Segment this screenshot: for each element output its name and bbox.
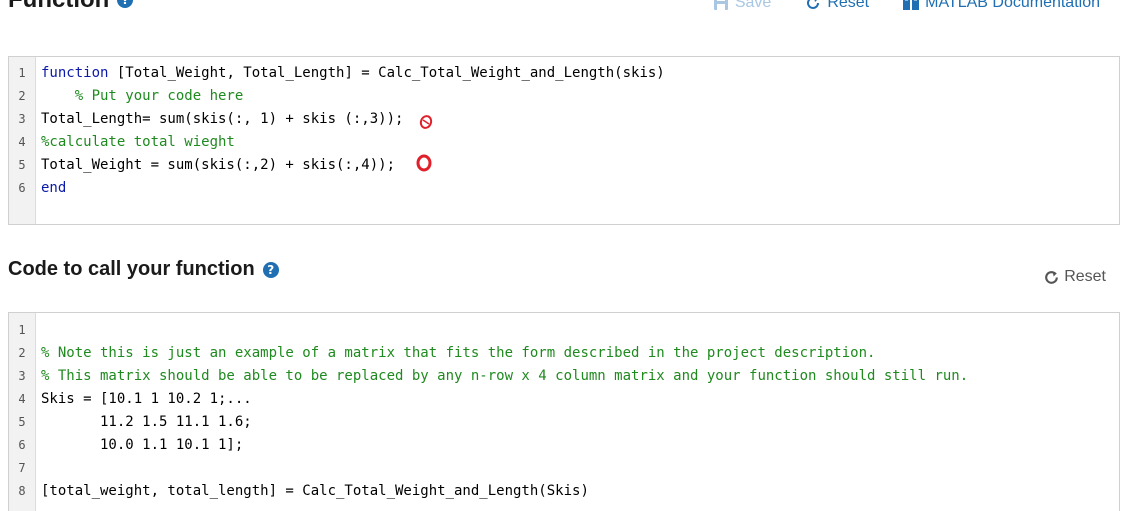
code-text: % Note this is just an example of a matr… xyxy=(41,342,875,365)
code-token: 11.2 1.5 11.1 1.6; xyxy=(41,414,252,430)
code-text: end xyxy=(41,177,66,200)
line-number: 2 xyxy=(18,89,26,103)
annotation-mark xyxy=(419,115,433,129)
code-token: Skis = [10.1 1 10.2 1;... xyxy=(41,391,252,407)
line-number: 5 xyxy=(18,158,26,172)
save-label: Save xyxy=(734,0,772,11)
code-line[interactable]: 6 10.0 1.1 10.1 1]; xyxy=(9,434,1119,457)
line-number: 5 xyxy=(18,415,26,429)
reset-button[interactable]: Reset xyxy=(805,0,869,12)
code-keyword: end xyxy=(41,180,67,196)
line-number: 4 xyxy=(18,135,26,149)
function-code-lines: 1 function [Total_Weight, Total_Length] =… xyxy=(9,62,1119,200)
code-line[interactable]: 3 Total_Length= sum(skis(:, 1) + skis (:,… xyxy=(9,108,1119,131)
floppy-disk-icon xyxy=(713,0,728,10)
code-comment: %calculate total wieght xyxy=(41,134,235,150)
code-token: 10.0 1.1 10.1 1]; xyxy=(41,437,244,453)
matlab-documentation-link[interactable]: MATLAB Documentation xyxy=(903,0,1100,12)
code-line[interactable]: 2 % Put your code here xyxy=(9,85,1119,108)
call-reset-label: Reset xyxy=(1064,268,1106,285)
code-line[interactable]: 6 end xyxy=(9,177,1119,200)
code-line[interactable]: 1 xyxy=(9,319,1119,342)
call-title-text: Code to call your function xyxy=(8,258,255,280)
code-text: function [Total_Weight, Total_Length] = … xyxy=(41,62,665,85)
code-text: Total_Length= sum(skis(:, 1) + skis (:,3… xyxy=(41,108,403,131)
code-text: 10.0 1.1 10.1 1]; xyxy=(41,434,243,457)
code-token: [Total_Weight, Total_Length] = Calc_Tota… xyxy=(108,65,665,81)
save-button[interactable]: Save xyxy=(713,0,771,12)
refresh-icon xyxy=(807,0,820,9)
code-token: [total_weight, total_length] = Calc_Tota… xyxy=(41,483,589,499)
code-line[interactable]: 5 11.2 1.5 11.1 1.6; xyxy=(9,411,1119,434)
call-code-editor[interactable]: 1 2 % Note this is just an example of a ma… xyxy=(8,312,1120,511)
code-token: Total_Length= sum(skis(:, 1) + skis (:,3… xyxy=(41,111,404,127)
code-line[interactable]: 1 function [Total_Weight, Total_Length] =… xyxy=(9,62,1119,85)
call-code-lines: 1 2 % Note this is just an example of a ma… xyxy=(9,319,1119,503)
line-number: 6 xyxy=(18,181,26,195)
line-number: 1 xyxy=(18,323,26,337)
code-text: Skis = [10.1 1 10.2 1;... xyxy=(41,388,252,411)
function-code-editor[interactable]: 1 function [Total_Weight, Total_Length] =… xyxy=(8,56,1120,225)
code-text: [total_weight, total_length] = Calc_Tota… xyxy=(41,480,589,503)
book-icon xyxy=(903,0,920,10)
code-keyword: function xyxy=(41,65,109,81)
code-line[interactable]: 2 % Note this is just an example of a mat… xyxy=(9,342,1119,365)
line-number: 2 xyxy=(18,346,26,360)
code-text: Total_Weight = sum(skis(:,2) + skis(:,4)… xyxy=(41,154,395,177)
annotation-mark xyxy=(416,154,432,172)
line-number: 8 xyxy=(18,484,26,498)
call-section-title: Code to call your function ? xyxy=(8,258,279,281)
code-text: %calculate total wieght xyxy=(41,131,235,154)
call-reset-button[interactable]: Reset xyxy=(1043,268,1106,286)
docs-label: MATLAB Documentation xyxy=(925,0,1100,11)
refresh-icon xyxy=(1045,270,1059,284)
function-title-text: Function xyxy=(8,0,109,14)
code-line[interactable]: 7 xyxy=(9,457,1119,480)
line-number: 4 xyxy=(18,392,26,406)
code-text: 11.2 1.5 11.1 1.6; xyxy=(41,411,252,434)
code-token: Total_Weight = sum(skis(:,2) + skis(:,4)… xyxy=(41,157,396,173)
code-line[interactable]: 5 Total_Weight = sum(skis(:,2) + skis(:,4… xyxy=(9,154,1119,177)
code-comment: % Put your code here xyxy=(41,88,244,104)
help-icon[interactable]: ? xyxy=(117,0,134,8)
function-toolbar: Save Reset MATLAB Documentation xyxy=(713,0,1100,12)
function-section-title: Function ? xyxy=(8,0,134,14)
code-line[interactable]: 4 Skis = [10.1 1 10.2 1;... xyxy=(9,388,1119,411)
code-text: % Put your code here xyxy=(41,85,244,108)
line-number: 3 xyxy=(18,112,26,126)
code-text: % This matrix should be able to be repla… xyxy=(41,365,968,388)
code-comment: % This matrix should be able to be repla… xyxy=(41,368,969,384)
line-number: 3 xyxy=(18,369,26,383)
code-line[interactable]: 3 % This matrix should be able to be repl… xyxy=(9,365,1119,388)
line-number: 1 xyxy=(18,66,26,80)
reset-label: Reset xyxy=(827,0,870,11)
code-comment: % Note this is just an example of a matr… xyxy=(41,345,876,361)
help-icon[interactable]: ? xyxy=(262,261,279,278)
line-number: 7 xyxy=(18,461,26,475)
line-number: 6 xyxy=(18,438,26,452)
code-line[interactable]: 8 [total_weight, total_length] = Calc_Tot… xyxy=(9,480,1119,503)
code-line[interactable]: 4 %calculate total wieght xyxy=(9,131,1119,154)
